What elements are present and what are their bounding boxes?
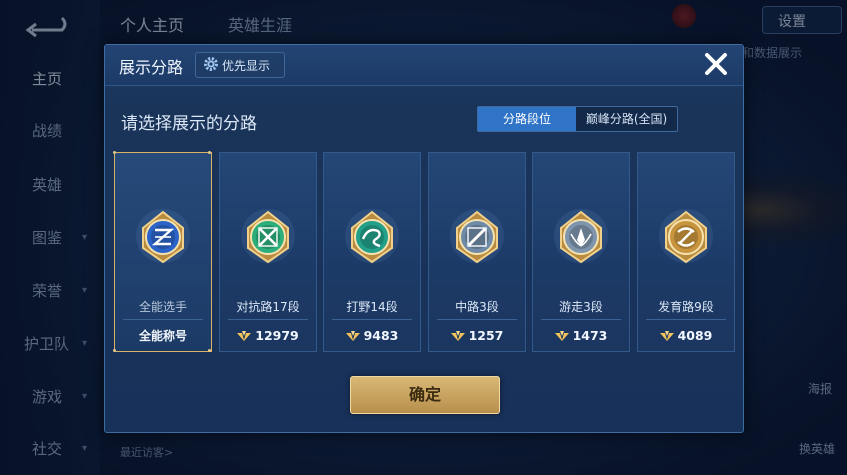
card-footer: 12979: [220, 321, 316, 351]
lane-points: 12979: [237, 328, 299, 343]
farm-lane-emblem-icon: [659, 209, 713, 264]
selection-corner: [113, 151, 116, 154]
points-icon: [345, 331, 360, 341]
lane-rank-label: 中路3段: [455, 300, 499, 314]
clash-lane-emblem-icon: [241, 209, 295, 264]
lane-rank-label: 打野14段: [346, 300, 398, 314]
confirm-button[interactable]: 确定: [350, 376, 500, 414]
card-footer: 全能称号: [115, 321, 211, 351]
card-divider: [228, 319, 308, 320]
roam-emblem-icon: [554, 209, 608, 264]
points-icon: [554, 331, 569, 341]
dialog-header: 展示分路 优先显示: [105, 45, 743, 86]
points-icon: [659, 331, 674, 341]
lane-card[interactable]: 发育路9段 4089: [637, 152, 735, 352]
card-footer: 4089: [638, 321, 734, 351]
lane-card[interactable]: 对抗路17段 12979: [219, 152, 317, 352]
dialog-subtitle: 请选择展示的分路: [121, 114, 257, 134]
lane-points: 1473: [554, 328, 607, 343]
lane-points: 1257: [450, 328, 503, 343]
card-divider: [437, 319, 517, 320]
lane-card[interactable]: 游走3段 1473: [532, 152, 630, 352]
card-footer: 1473: [533, 321, 629, 351]
lane-points: 4089: [659, 328, 712, 343]
priority-display-button[interactable]: 优先显示: [195, 52, 285, 78]
lane-rank-label: 发育路9段: [658, 300, 714, 314]
card-footer: 9483: [324, 321, 420, 351]
ranking-type-toggle: 分路段位 巅峰分路(全国): [477, 106, 678, 132]
lane-rank-label: 对抗路17段: [236, 300, 300, 314]
lane-rank-label: 全能选手: [138, 300, 187, 314]
jungle-emblem-icon: [345, 209, 399, 264]
close-icon[interactable]: [701, 49, 731, 79]
dialog-title: 展示分路: [119, 58, 184, 77]
selection-corner: [113, 349, 116, 352]
tab-peak-lane[interactable]: 巅峰分路(全国): [576, 107, 677, 131]
lane-card[interactable]: 打野14段 9483: [323, 152, 421, 352]
points-icon: [237, 331, 252, 341]
lane-rank-label: 游走3段: [559, 300, 603, 314]
gear-icon: [204, 57, 218, 71]
card-footer: 1257: [429, 321, 525, 351]
lane-points: 9483: [345, 328, 398, 343]
selection-corner: [208, 151, 211, 154]
card-divider: [332, 319, 412, 320]
lane-card[interactable]: 中路3段 1257: [428, 152, 526, 352]
lane-card[interactable]: 全能选手 全能称号: [113, 151, 212, 352]
card-divider: [541, 319, 621, 320]
allround-emblem-icon: [136, 209, 190, 264]
mid-lane-emblem-icon: [450, 209, 504, 264]
title-badge-label: 全能称号: [138, 329, 187, 343]
selection-corner: [208, 349, 211, 352]
lane-display-dialog: 展示分路 优先显示 请选择展示的分路 分路段位 巅峰分路(全国) 全能选手全能称…: [104, 44, 744, 433]
card-divider: [123, 319, 203, 320]
tab-lane-rank[interactable]: 分路段位: [478, 107, 576, 131]
points-icon: [450, 331, 465, 341]
card-divider: [646, 319, 726, 320]
